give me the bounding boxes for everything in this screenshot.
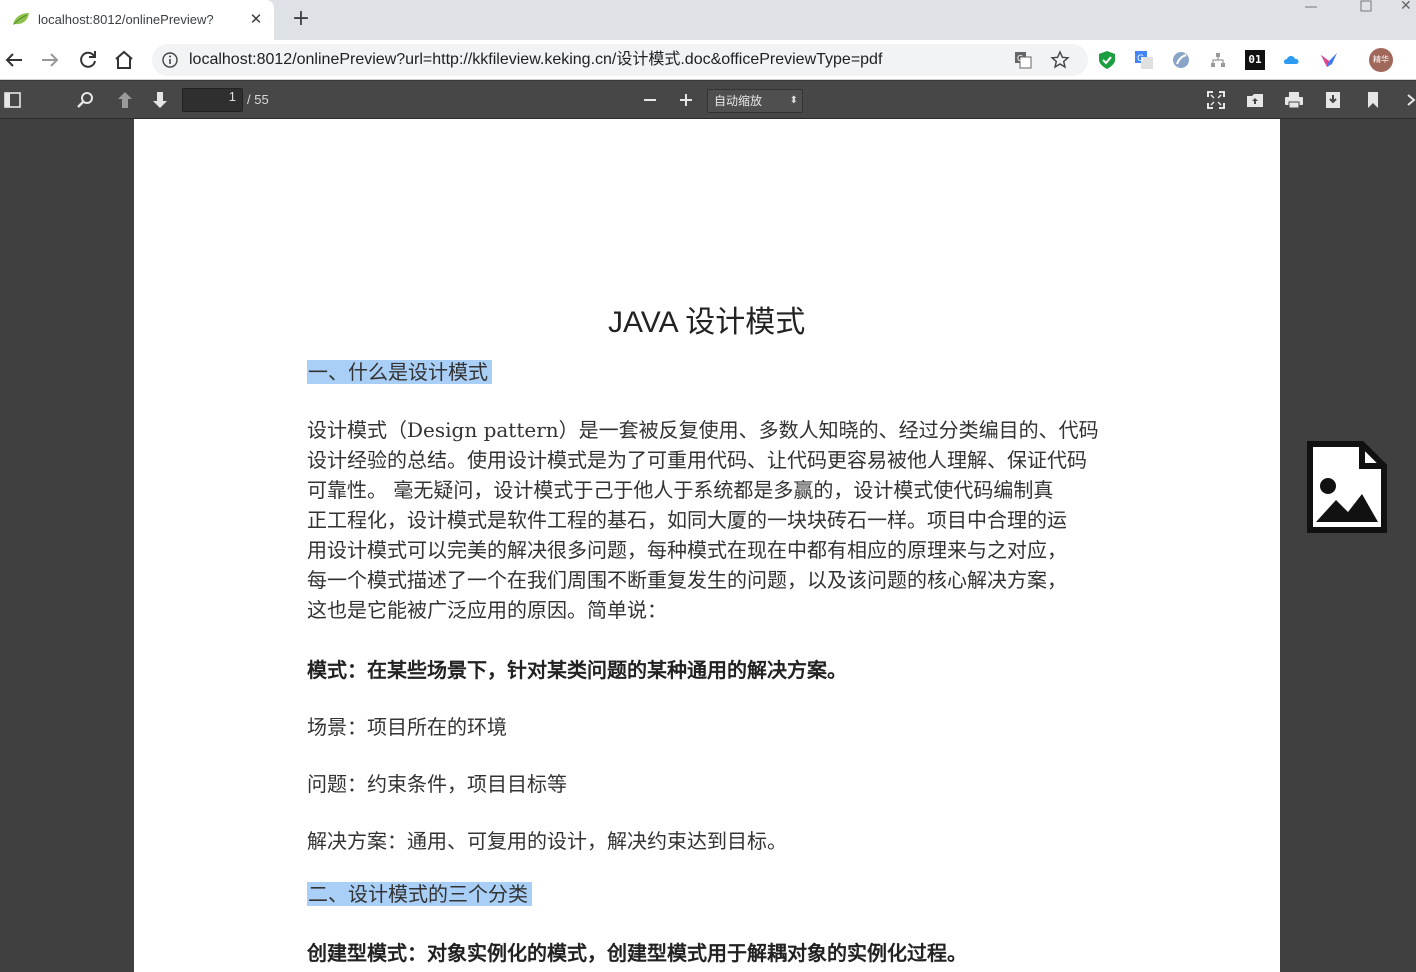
print-icon[interactable]	[1283, 89, 1305, 111]
svg-text:G: G	[1017, 54, 1023, 63]
pdf-viewer-container[interactable]: JAVA 设计模式 一、什么是设计模式 设计模式（Design pattern）…	[0, 119, 1416, 972]
browser-tab-strip: localhost:8012/onlinePreview? ✕ + ✕	[0, 0, 1416, 40]
tools-icon[interactable]	[1406, 89, 1416, 111]
paragraph-line: 设计模式（Design pattern）是一套被反复使用、多数人知晓的、经过分类…	[307, 418, 1099, 442]
browser-toolbar: localhost:8012/onlinePreview?url=http://…	[0, 40, 1416, 80]
leaf-icon	[13, 13, 29, 25]
pdf-toolbar: 1 / 55 自动缩放 ⬍	[0, 81, 1416, 119]
select-arrows-icon: ⬍	[789, 95, 798, 106]
page-count: / 55	[247, 92, 269, 107]
scene-definition: 场景：项目所在的环境	[307, 715, 507, 739]
zoom-select[interactable]: 自动缩放 ⬍	[707, 89, 803, 113]
highlighted-heading-text: 二、设计模式的三个分类	[307, 882, 532, 906]
solution-definition: 解决方案：通用、可复用的设计，解决约束达到目标。	[307, 829, 787, 853]
search-icon[interactable]	[74, 89, 96, 111]
section-heading-1: 一、什么是设计模式	[307, 359, 492, 385]
forward-icon[interactable]	[38, 48, 62, 72]
presentation-mode-icon[interactable]	[1205, 89, 1227, 111]
pattern-definition: 模式：在某些场景下，针对某类问题的某种通用的解决方案。	[307, 658, 847, 682]
highlighted-heading-text: 一、什么是设计模式	[307, 360, 492, 384]
globe-extension-icon[interactable]	[1171, 50, 1191, 70]
zoom-select-value: 自动缩放	[714, 94, 763, 108]
new-tab-icon[interactable]: +	[288, 7, 314, 33]
paragraph-line: 每一个模式描述了一个在我们周围不断重复发生的问题，以及该问题的核心解决方案，	[307, 568, 1067, 592]
sidebar-toggle-icon[interactable]	[2, 89, 24, 111]
paragraph-line: 设计经验的总结。使用设计模式是为了可重用代码、让代码更容易被他人理解、保证代码	[307, 448, 1087, 472]
address-bar[interactable]: localhost:8012/onlinePreview?url=http://…	[152, 44, 1088, 76]
bookmark-star-icon[interactable]	[1050, 50, 1070, 70]
page-number-input[interactable]: 1	[182, 88, 243, 112]
back-icon[interactable]	[2, 48, 26, 72]
window-close-icon[interactable]: ✕	[1400, 0, 1416, 16]
bookmark-icon[interactable]	[1362, 89, 1384, 111]
paragraph-line: 这也是它能被广泛应用的原因。简单说：	[307, 598, 667, 622]
previous-page-icon[interactable]	[114, 89, 136, 111]
download-icon[interactable]	[1322, 89, 1344, 111]
problem-definition: 问题：约束条件，项目目标等	[307, 772, 567, 796]
zoom-in-icon[interactable]	[675, 89, 697, 111]
binary-extension-icon[interactable]: 01	[1245, 50, 1265, 70]
paragraph-line: 正工程化，设计模式是软件工程的基石，如同大厦的一块块砖石一样。项目中合理的运	[307, 508, 1067, 532]
paragraph-line: 可靠性。 毫无疑问，设计模式于己于他人于系统都是多赢的，设计模式使代码编制真	[307, 478, 1054, 502]
google-translate-extension-icon[interactable]: G	[1134, 50, 1154, 70]
next-page-icon[interactable]	[149, 89, 171, 111]
open-file-icon[interactable]	[1244, 89, 1266, 111]
pdf-page: JAVA 设计模式 一、什么是设计模式 设计模式（Design pattern）…	[134, 119, 1280, 972]
creational-patterns-line: 创建型模式：对象实例化的模式，创建型模式用于解耦对象的实例化过程。	[307, 941, 967, 965]
profile-avatar[interactable]: 精华	[1369, 48, 1393, 72]
window-maximize-icon[interactable]	[1352, 0, 1382, 16]
window-minimize-icon[interactable]	[1296, 0, 1326, 16]
tab-title: localhost:8012/onlinePreview?	[38, 12, 214, 27]
reload-icon[interactable]	[76, 48, 100, 72]
sitemap-extension-icon[interactable]	[1208, 50, 1228, 70]
document-title: JAVA 设计模式	[608, 306, 806, 339]
close-tab-icon[interactable]: ✕	[246, 9, 266, 29]
info-icon[interactable]	[162, 52, 178, 68]
image-placeholder-icon	[1307, 441, 1387, 533]
bird-extension-icon[interactable]	[1319, 50, 1339, 70]
shield-extension-icon[interactable]	[1097, 50, 1117, 70]
paragraph-line: 用设计模式可以完美的解决很多问题，每种模式在现在中都有相应的原理来与之对应，	[307, 538, 1067, 562]
cloud-extension-icon[interactable]	[1282, 50, 1302, 70]
svg-text:G: G	[1137, 54, 1144, 64]
translate-icon[interactable]: G	[1014, 51, 1032, 69]
browser-tab[interactable]: localhost:8012/onlinePreview? ✕	[0, 0, 274, 40]
home-icon[interactable]	[112, 48, 136, 72]
url-text[interactable]: localhost:8012/onlinePreview?url=http://…	[189, 50, 1009, 70]
zoom-out-icon[interactable]	[639, 89, 661, 111]
section-heading-2: 二、设计模式的三个分类	[307, 881, 532, 907]
intro-paragraph: 设计模式（Design pattern）是一套被反复使用、多数人知晓的、经过分类…	[307, 415, 1117, 625]
